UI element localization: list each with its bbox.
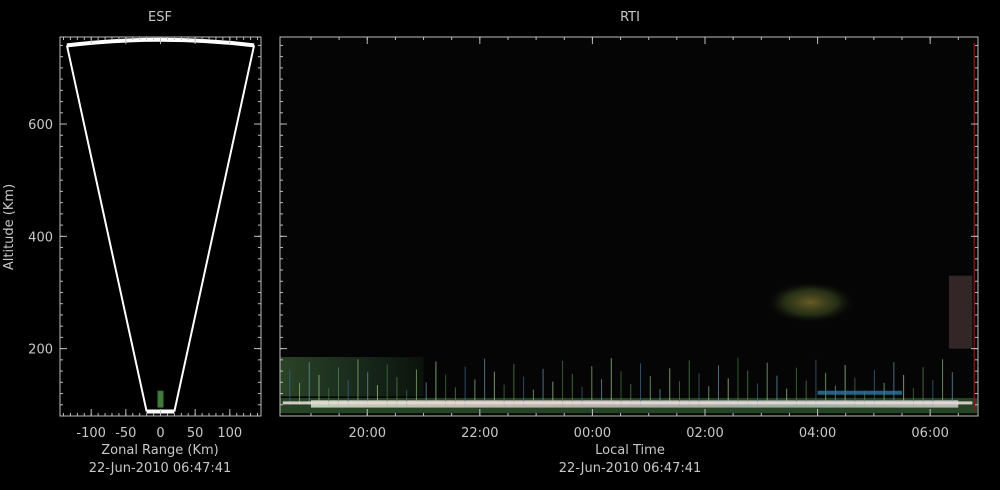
esf-xtick-label: 100 [217,426,242,441]
esf-xlabel: Zonal Range (Km) [101,443,218,458]
esf-title: ESF [148,10,172,25]
esf-xtick-label: -50 [115,426,136,441]
rti-xtick-label: 06:00 [911,426,948,441]
esf-timestamp: 22-Jun-2010 06:47:41 [89,461,232,476]
rti-xtick-label: 00:00 [574,426,611,441]
rti-bright-layer [282,401,973,405]
esf-plot-background [60,37,261,416]
esf-ytick-label: 400 [28,230,53,245]
esf-ytick-label: 600 [28,118,53,133]
esf-xtick-label: -100 [76,426,106,441]
esf-echo-mark [157,390,164,408]
rti-blue-band [817,390,903,395]
rti-feature-plume [765,281,856,324]
rti-xtick-label: 02:00 [686,426,723,441]
esf-xtick-label: 50 [187,426,204,441]
figure-canvas: ESF RTI -100 -50 0 50 100 200 400 600 Zonal Ran… [2,10,979,476]
rti-feature-green-clutter [280,357,424,397]
esf-panel: -100 -50 0 50 100 200 400 600 [28,36,262,441]
rti-title: RTI [620,10,640,25]
rti-feature-irregularity-late [948,275,973,349]
esf-ylabel: Altitude (Km) [2,184,17,270]
esf-xtick-label: 0 [156,426,164,441]
rti-timestamp: 22-Jun-2010 06:47:41 [559,461,702,476]
rti-xtick-label: 04:00 [799,426,836,441]
esf-ytick-label: 200 [28,343,53,358]
rti-panel: 20:00 22:00 00:00 02:00 04:00 06:00 [279,36,979,441]
esf-echo [157,390,164,408]
rti-xtick-label: 22:00 [461,426,498,441]
rti-xtick-label: 20:00 [349,426,386,441]
rti-xlabel: Local Time [595,443,665,458]
